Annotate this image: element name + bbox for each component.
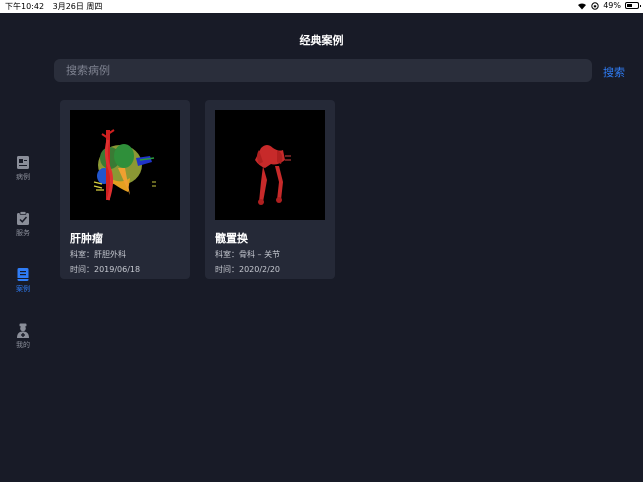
search-button[interactable]: 搜索 (603, 64, 625, 80)
battery-percent: 49% (603, 1, 621, 10)
nav-label: 案例 (16, 285, 30, 293)
case-name: 髋置换 (215, 232, 248, 245)
doctor-profile-icon (17, 323, 29, 338)
nav-item-cases[interactable]: 病例 (0, 155, 46, 182)
nav-item-profile[interactable]: 我的 (0, 323, 46, 350)
case-department: 科室：骨科 – 关节 (215, 250, 281, 259)
book-icon (17, 268, 29, 281)
search-input[interactable] (54, 59, 592, 82)
status-time: 下午10:42 (5, 2, 45, 11)
orientation-lock-icon (591, 1, 599, 10)
case-thumbnail (215, 110, 325, 220)
case-card[interactable]: 髋置换 科室：骨科 – 关节 时间：2020/2/20 (205, 100, 335, 279)
case-name: 肝肿瘤 (70, 232, 103, 245)
battery-icon (625, 2, 641, 9)
case-date: 时间：2020/2/20 (215, 265, 281, 274)
case-card[interactable]: 肝肿瘤 科室：肝胆外科 时间：2019/06/18 (60, 100, 190, 279)
wifi-icon (578, 2, 587, 10)
clipboard-check-icon (17, 211, 29, 225)
status-bar: 下午10:42 3月26日 周四 49% (0, 0, 643, 13)
hip-model-image (215, 110, 325, 220)
nav-item-showcase[interactable]: 案例 (0, 267, 46, 294)
liver-model-image (70, 110, 180, 220)
nav-label: 病例 (16, 173, 30, 181)
case-thumbnail (70, 110, 180, 220)
page-title: 经典案例 (299, 34, 344, 47)
case-department: 科室：肝胆外科 (70, 250, 126, 259)
case-date: 时间：2019/06/18 (70, 265, 141, 274)
nav-item-service[interactable]: 服务 (0, 211, 46, 238)
status-date: 3月26日 周四 (52, 2, 103, 11)
nav-label: 服务 (16, 229, 30, 237)
nav-label: 我的 (16, 341, 30, 349)
medical-record-icon (17, 156, 29, 169)
